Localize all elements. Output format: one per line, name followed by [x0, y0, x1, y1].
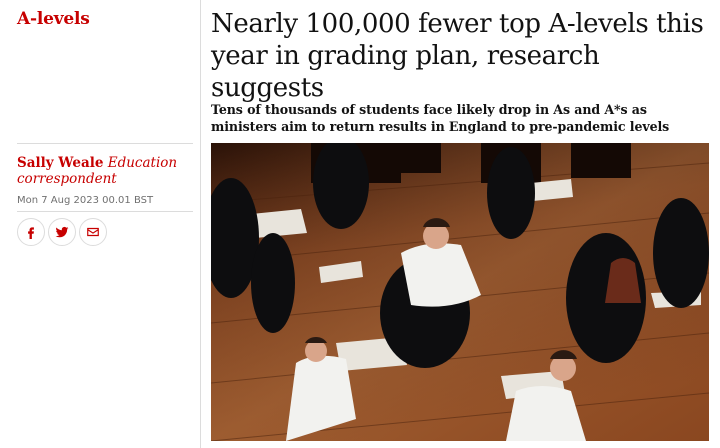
facebook-icon — [28, 227, 34, 239]
email-icon — [87, 227, 99, 237]
email-share-button[interactable] — [79, 218, 107, 246]
twitter-share-button[interactable] — [48, 218, 76, 246]
article-main-image[interactable] — [211, 143, 709, 441]
section-link[interactable]: A-levels — [17, 9, 90, 29]
byline: Sally Weale Education correspondent — [17, 155, 193, 187]
article-standfirst: Tens of thousands of students face likel… — [211, 102, 670, 134]
exam-hall-photo — [211, 143, 709, 441]
facebook-share-button[interactable] — [17, 218, 45, 246]
dateline[interactable]: Mon 7 Aug 2023 00.01 BST — [17, 195, 153, 206]
share-buttons — [17, 218, 107, 246]
author-link[interactable]: Sally Weale — [17, 155, 103, 171]
article-meta-column: A-levels Sally Weale Education correspon… — [0, 0, 201, 448]
article-headline: Nearly 100,000 fewer top A-levels this y… — [211, 9, 704, 103]
divider — [17, 143, 193, 144]
twitter-icon — [55, 226, 69, 238]
divider — [17, 211, 193, 212]
